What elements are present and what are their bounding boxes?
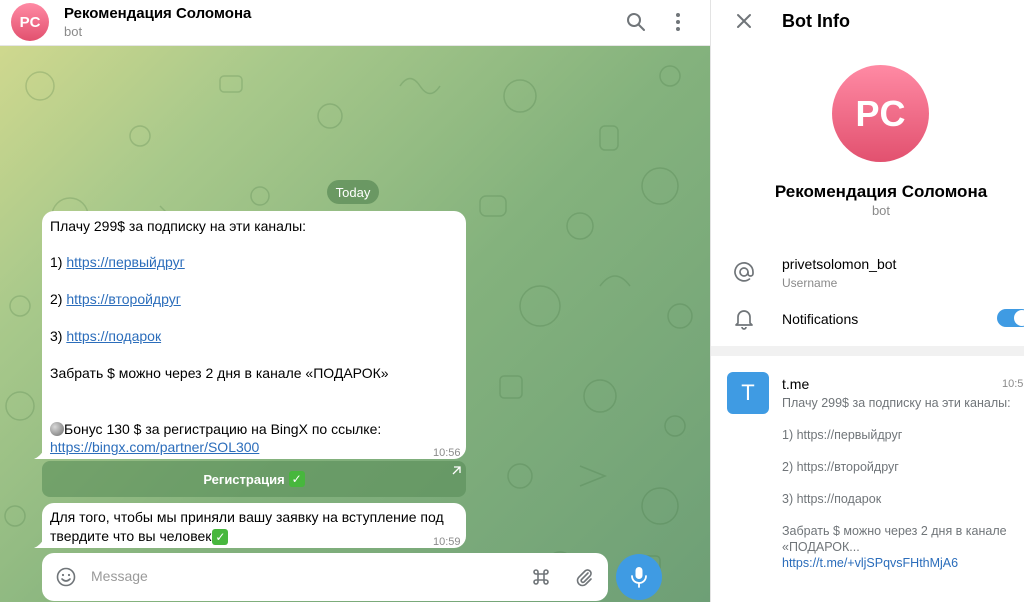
coin-emoji-icon [50,422,64,436]
link-description: 3) https://подарок [782,492,882,506]
link-description: «ПОДАРОК... [782,540,860,554]
profile-avatar[interactable]: PC [832,65,929,162]
date-separator: Today [327,180,379,204]
message-time: 10:59 [433,536,461,548]
chat-pane: PC Рекомендация Соломона bot Today Плачу… [0,0,710,602]
link-time: 10:56 [1002,378,1024,390]
notifications-toggle[interactable] [997,309,1024,327]
microphone-icon [631,567,647,588]
link-description: 2) https://второйдруг [782,460,899,474]
message-link[interactable]: https://второйдруг [66,291,181,307]
link-description: 1) https://первыйдруг [782,428,903,442]
message-list-item: 3) https://подарок [50,328,162,344]
message-link[interactable]: https://первыйдруг [66,254,184,270]
message-link[interactable]: https://bingx.com/partner/SOL300 [50,439,259,455]
profile-name: Рекомендация Соломона [774,182,988,201]
link-title[interactable]: t.me [782,376,809,392]
chat-header[interactable]: PC Рекомендация Соломона bot [0,0,710,46]
message-input[interactable]: Message [91,568,148,584]
close-icon[interactable] [733,10,755,32]
message-link[interactable]: https://подарок [66,328,161,344]
paperclip-icon[interactable] [573,566,595,588]
message-list-item: https://bingx.com/partner/SOL300 [50,438,259,457]
message-bubble[interactable]: Для того, чтобы мы приняли вашу заявку н… [42,503,466,548]
message-list-item: 1) https://первыйдруг [50,254,185,270]
message-text: твердите что вы человек ✓ [50,527,229,546]
toggle-knob [1014,310,1024,326]
search-icon[interactable] [625,11,647,33]
bot-info-panel: Bot Info PC Рекомендация Соломона bot pr… [710,0,1024,602]
message-text: Для того, чтобы мы приняли вашу заявку н… [50,509,444,525]
chat-title[interactable]: Рекомендация Соломона [64,5,251,22]
message-time: 10:56 [433,447,461,459]
link-thumbnail[interactable]: T [727,372,769,414]
bubble-tail [34,538,44,548]
message-composer[interactable]: Message [42,553,608,601]
username-caption: Username [782,276,838,290]
check-icon: ✓ [212,529,229,546]
link-description: Плачу 299$ за подписку на эти каналы: [782,396,1011,410]
chat-subtitle: bot [64,24,83,39]
bell-icon [733,308,755,330]
link-description: Забрать $ можно через 2 дня в канале [782,524,1007,538]
panel-title: Bot Info [782,11,850,31]
message-list-item: 2) https://второйдруг [50,291,181,307]
notifications-label: Notifications [782,311,859,327]
message-text: Бонус 130 $ за регистрацию на BingX по с… [50,420,381,439]
username-value[interactable]: privetsolomon_bot [782,256,896,272]
message-text: Забрать $ можно через 2 дня в канале «ПО… [50,365,389,381]
microphone-button[interactable] [616,554,662,600]
emoji-icon[interactable] [55,566,77,588]
at-sign-icon [733,261,755,283]
message-bubble[interactable]: Плачу 299$ за подписку на эти каналы: 1)… [42,211,466,459]
registration-button[interactable]: Регистрация ✓ [42,461,466,497]
bubble-tail [34,449,44,459]
more-vertical-icon[interactable] [667,11,689,33]
check-icon: ✓ [288,471,305,487]
link-url[interactable]: https://t.me/+vljSPqvsFHthMjA6 [782,556,958,570]
chat-avatar[interactable]: PC [11,3,49,41]
message-text: Плачу 299$ за подписку на эти каналы: [50,218,307,234]
external-link-icon [452,466,461,475]
section-divider [711,346,1024,356]
profile-role: bot [871,203,891,218]
command-icon[interactable] [530,566,552,588]
